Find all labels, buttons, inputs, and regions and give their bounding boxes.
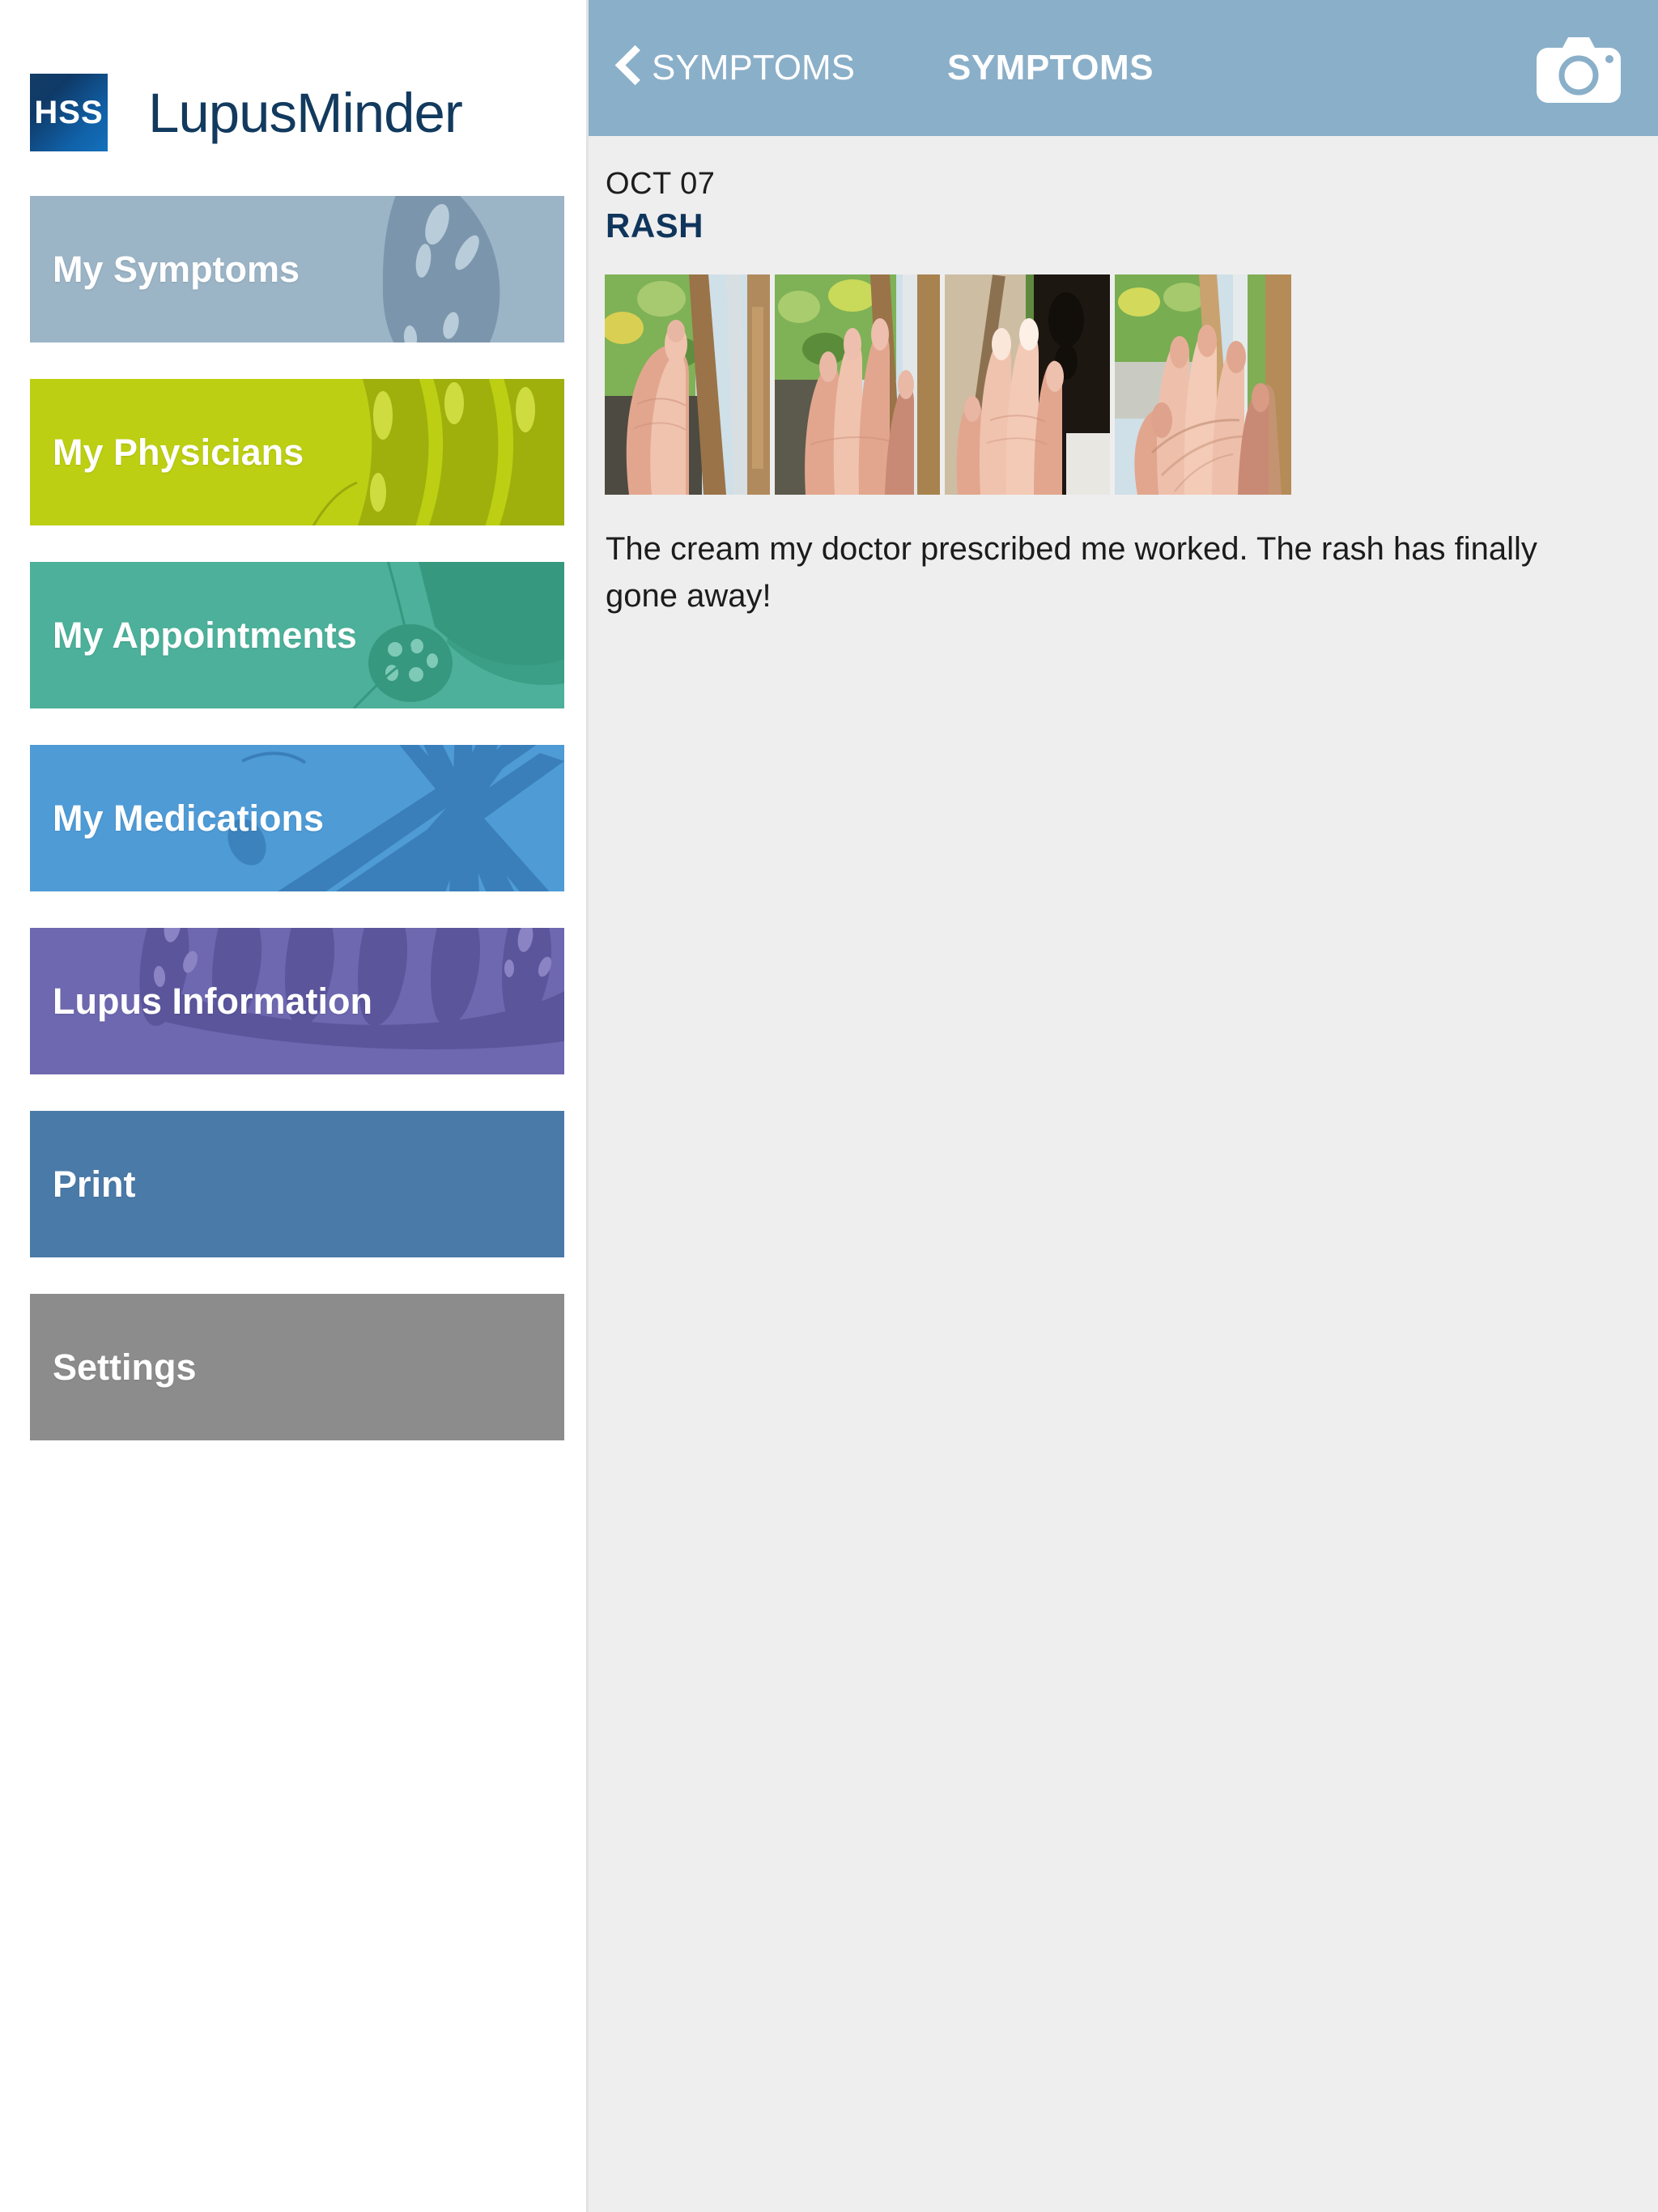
app-title: LupusMinder — [148, 81, 463, 144]
photo-thumbnail[interactable] — [605, 274, 770, 495]
sidebar-item-my-appointments[interactable]: My Appointments — [30, 562, 564, 708]
sidebar-item-label: Settings — [53, 1346, 197, 1388]
photo-gallery — [589, 274, 1658, 495]
app-root: HSS LupusMinder My Symptoms My Physician… — [0, 0, 1658, 2212]
entry-date: OCT 07 — [606, 167, 716, 201]
sidebar-item-label: Lupus Information — [53, 980, 372, 1022]
sidebar-item-label: Print — [53, 1163, 136, 1205]
sidebar-item-lupus-information[interactable]: Lupus Information — [30, 928, 564, 1074]
entry-title: RASH — [606, 206, 704, 245]
hss-logo-text: HSS — [34, 94, 104, 130]
hss-logo: HSS — [30, 74, 108, 151]
sidebar-item-label: My Appointments — [53, 614, 357, 656]
sidebar-item-my-medications[interactable]: My Medications — [30, 745, 564, 891]
camera-icon[interactable] — [1537, 33, 1621, 103]
photo-thumbnail[interactable] — [945, 274, 1110, 495]
entry-note: The cream my doctor prescribed me worked… — [606, 531, 1537, 614]
sidebar-nav: My Symptoms My Physicians My Appointment… — [0, 196, 586, 1440]
entry-content: OCT 07 RASH The cream my doctor prescrib… — [589, 136, 1658, 2212]
sidebar-item-label: My Symptoms — [53, 248, 300, 290]
main-panel: SYMPTOMS SYMPTOMS OCT 07 RASH The cream … — [589, 0, 1658, 2212]
photo-thumbnail[interactable] — [775, 274, 940, 495]
sidebar: HSS LupusMinder My Symptoms My Physician… — [0, 0, 589, 2212]
sidebar-item-my-physicians[interactable]: My Physicians — [30, 379, 564, 525]
sidebar-item-settings[interactable]: Settings — [30, 1294, 564, 1440]
sidebar-item-print[interactable]: Print — [30, 1111, 564, 1257]
sidebar-item-label: My Physicians — [53, 431, 304, 473]
photo-thumbnail[interactable] — [1115, 274, 1291, 495]
page-title: SYMPTOMS — [946, 48, 1154, 87]
top-navigation-bar: SYMPTOMS SYMPTOMS — [589, 0, 1658, 136]
sidebar-item-label: My Medications — [53, 797, 325, 839]
sidebar-item-my-symptoms[interactable]: My Symptoms — [30, 196, 564, 342]
